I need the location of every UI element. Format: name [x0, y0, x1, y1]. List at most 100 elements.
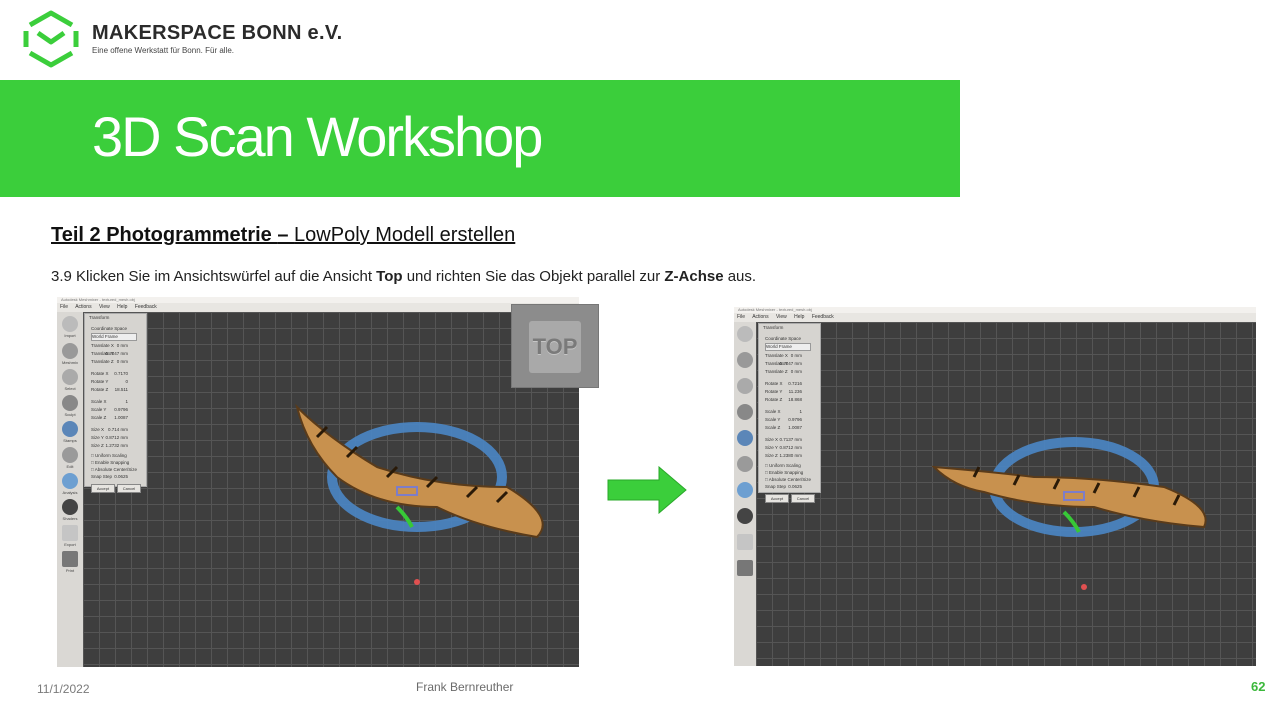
subtitle-rest: LowPoly Modell erstellen: [294, 224, 516, 246]
meshmix-icon[interactable]: [62, 343, 78, 359]
transform-row-value[interactable]: 0: [125, 379, 128, 384]
menu-actions[interactable]: Actions: [75, 304, 91, 310]
transform-row-value-right[interactable]: 1.2380 mm: [779, 453, 802, 458]
transform-row-value-right[interactable]: 0.9796: [788, 417, 802, 422]
transform-row-value-right[interactable]: 0 mm: [791, 353, 802, 358]
edit-icon-right[interactable]: [737, 456, 753, 472]
right-arrow-icon: [607, 466, 687, 514]
menu-help[interactable]: Help: [117, 304, 127, 310]
transform-row-value-right[interactable]: 0.2047 mm: [779, 361, 802, 366]
tiger-model[interactable]: [257, 377, 579, 627]
coord-space-select[interactable]: World Frame: [91, 333, 137, 341]
analysis-icon-right[interactable]: [737, 482, 753, 498]
transform-row-value-right[interactable]: 1.0087: [788, 425, 802, 430]
transform-row-value[interactable]: 1: [125, 399, 128, 404]
tool-label-meshmix: Meshmix: [61, 360, 78, 365]
panel-checkbox-right[interactable]: □ Enable Snapping: [765, 470, 803, 475]
org-name: MAKERSPACE BONN e.V.: [92, 22, 343, 44]
page-number: 62: [1251, 679, 1266, 694]
sculpt-icon[interactable]: [62, 395, 78, 411]
menu-file[interactable]: File: [60, 304, 68, 310]
cancel-button-right[interactable]: Cancel: [791, 494, 815, 503]
transform-row-value[interactable]: 0 mm: [117, 343, 128, 348]
panel-title-right: Transform: [763, 325, 784, 330]
snap-step-label: Snap Step: [91, 474, 113, 479]
transform-row-label: Scale Y: [91, 407, 107, 412]
transform-row-value[interactable]: 0.7170: [114, 371, 128, 376]
transform-row-label-right: Scale X: [765, 409, 781, 414]
menu-feedback[interactable]: Feedback: [135, 304, 157, 310]
coord-space-select-right[interactable]: World Frame: [765, 343, 811, 351]
transform-row-label: Scale Z: [91, 415, 107, 420]
menu-actions-right[interactable]: Actions: [752, 314, 768, 320]
transform-row-value-right[interactable]: 0.8712 mm: [779, 445, 802, 450]
meshmix-icon-right[interactable]: [737, 352, 753, 368]
transform-panel: Transform Coordinate Space World Frame T…: [84, 313, 147, 493]
print-icon[interactable]: [62, 551, 78, 567]
select-icon[interactable]: [62, 369, 78, 385]
menu-help-right[interactable]: Help: [794, 314, 804, 320]
transform-row-value[interactable]: 0.714 mm: [108, 427, 128, 432]
tool-sidebar-right: [734, 322, 756, 666]
subtitle-dash: –: [277, 224, 295, 246]
view-cube-top-face[interactable]: TOP: [529, 321, 581, 373]
makerspace-logo-icon: [23, 10, 79, 68]
stamps-icon[interactable]: [62, 421, 78, 437]
transform-row-value[interactable]: 18.511: [115, 387, 128, 392]
subtitle-bold: Teil 2 Photogrammetrie: [51, 224, 278, 246]
panel-checkbox[interactable]: □ Enable Snapping: [91, 460, 129, 465]
view-cube[interactable]: TOP: [511, 304, 599, 388]
select-icon-right[interactable]: [737, 378, 753, 394]
panel-checkbox-right[interactable]: □ Absolute Center/Size: [765, 477, 811, 482]
edit-icon[interactable]: [62, 447, 78, 463]
transform-row-value-right[interactable]: 0.7216: [788, 381, 802, 386]
import-icon-right[interactable]: [737, 326, 753, 342]
transform-row-value-right[interactable]: 1: [799, 409, 802, 414]
transform-row-label: Translate Z: [91, 359, 114, 364]
accept-button-right[interactable]: Accept: [765, 494, 789, 503]
panel-checkbox-right[interactable]: □ Uniform Scaling: [765, 463, 801, 468]
transform-row-value[interactable]: 0.2047 mm: [105, 351, 128, 356]
transform-row-label: Size X: [91, 427, 105, 432]
tool-label-analysis: Analysis: [62, 490, 78, 495]
menu-view[interactable]: View: [99, 304, 110, 310]
menu-feedback-right[interactable]: Feedback: [812, 314, 834, 320]
transform-row-value[interactable]: 0.9796: [114, 407, 128, 412]
transform-row-label-right: Rotate Y: [765, 389, 783, 394]
transform-row-value[interactable]: 0.8712 mm: [105, 435, 128, 440]
shaders-icon[interactable]: [62, 499, 78, 515]
sculpt-icon-right[interactable]: [737, 404, 753, 420]
panel-checkbox[interactable]: □ Absolute Center/Size: [91, 467, 137, 472]
print-icon-right[interactable]: [737, 560, 753, 576]
analysis-icon[interactable]: [62, 473, 78, 489]
instruction-part2: und richten Sie das Objekt parallel zur: [402, 268, 665, 285]
instruction-bold-zaxis: Z-Achse: [664, 268, 724, 285]
org-tagline: Eine offene Werkstatt für Bonn. Für alle…: [92, 46, 234, 55]
transform-row-value-right[interactable]: 0.7137 mm: [779, 437, 802, 442]
footer-author: Frank Bernreuther: [416, 680, 514, 694]
cancel-button[interactable]: Cancel: [117, 484, 141, 493]
export-icon-right[interactable]: [737, 534, 753, 550]
transform-row-value[interactable]: 0 mm: [117, 359, 128, 364]
transform-row-value-right[interactable]: 11.236: [789, 389, 802, 394]
stamps-icon-right[interactable]: [737, 430, 753, 446]
export-icon[interactable]: [62, 525, 78, 541]
tool-label-import: Import: [64, 333, 76, 338]
accept-button[interactable]: Accept: [91, 484, 115, 493]
shaders-icon-right[interactable]: [737, 508, 753, 524]
transform-panel-right: Transform Coordinate Space World Frame T…: [758, 323, 821, 503]
snap-step-value-right[interactable]: 0.0625: [788, 484, 802, 489]
panel-checkbox[interactable]: □ Uniform Scaling: [91, 453, 127, 458]
tiger-model-right[interactable]: [914, 397, 1244, 647]
snap-step-value[interactable]: 0.0625: [114, 474, 128, 479]
menu-view-right[interactable]: View: [776, 314, 787, 320]
panel-title: Transform: [89, 315, 110, 320]
transform-row-label-right: Scale Z: [765, 425, 781, 430]
menu-file-right[interactable]: File: [737, 314, 745, 320]
transform-row-value-right[interactable]: 0 mm: [791, 369, 802, 374]
menu-bar-right: File Actions View Help Feedback: [734, 313, 1256, 322]
import-icon[interactable]: [62, 316, 78, 332]
transform-row-value[interactable]: 1.2732 mm: [105, 443, 128, 448]
transform-row-value[interactable]: 1.0087: [114, 415, 128, 420]
transform-row-value-right[interactable]: 18.868: [788, 397, 802, 402]
